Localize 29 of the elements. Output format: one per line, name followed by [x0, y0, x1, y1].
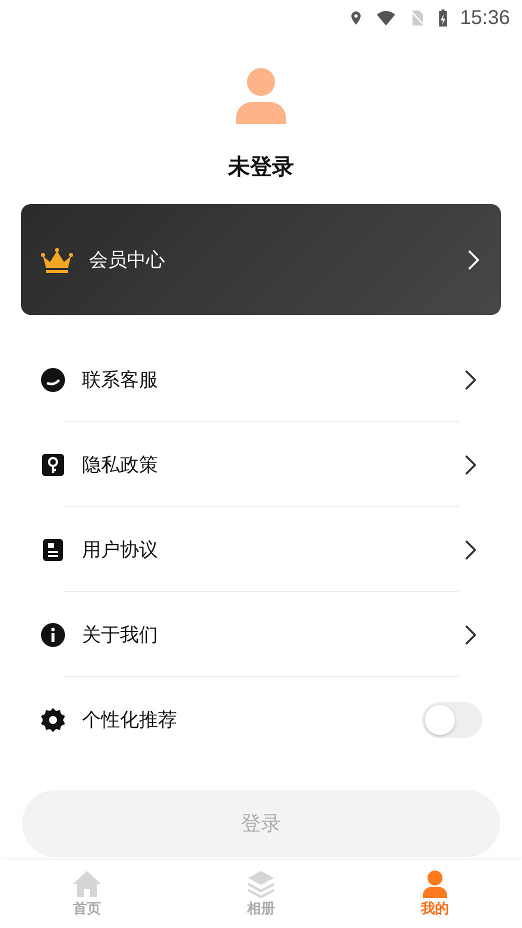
user-name: 未登录: [226, 154, 295, 182]
avatar-icon: [236, 68, 286, 124]
info-icon: [41, 622, 65, 646]
crown-icon: [41, 246, 73, 272]
toggle-switch[interactable]: [422, 702, 482, 738]
status-time: 15:36: [460, 6, 510, 30]
menu-label: 关于我们: [82, 622, 159, 648]
menu-item[interactable]: 联系客服: [0, 337, 522, 422]
chevron-right-icon: [464, 538, 476, 560]
headset-icon: [41, 368, 65, 392]
menu-label: 隐私政策: [82, 452, 159, 478]
chevron-right-icon: [464, 368, 476, 390]
key-icon: [41, 452, 65, 476]
document-icon: [41, 538, 65, 562]
home-icon: [72, 870, 102, 898]
chevron-right-icon: [464, 454, 476, 476]
layers-icon: [246, 870, 276, 898]
menu-label: 个性化推荐: [82, 708, 178, 732]
chevron-right-icon: [464, 624, 476, 646]
menu-label: 联系客服: [82, 368, 159, 392]
menu-item[interactable]: 隐私政策: [0, 422, 522, 507]
menu-item[interactable]: 用户协议: [0, 507, 522, 592]
gear-icon: [41, 708, 65, 732]
chevron-right-icon: [467, 248, 479, 270]
menu-label: 用户协议: [82, 538, 159, 562]
vip-card[interactable]: 会员中心: [21, 204, 501, 315]
person-icon: [420, 870, 450, 898]
menu-item[interactable]: 关于我们: [0, 592, 522, 677]
vip-label: 会员中心: [89, 248, 166, 272]
